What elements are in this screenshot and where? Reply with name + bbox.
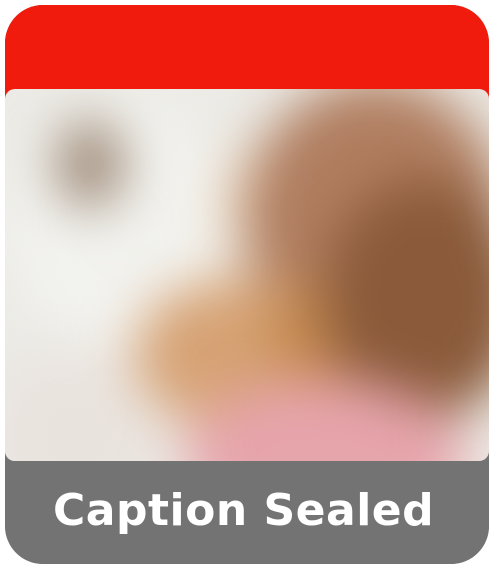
caption-card: Caption Sealed — [5, 5, 489, 564]
caption-text: Caption Sealed — [53, 485, 435, 536]
photo-blur-layer — [5, 89, 489, 461]
header-band — [5, 5, 489, 101]
blurred-photo — [5, 89, 489, 461]
photo-blob — [55, 119, 125, 209]
